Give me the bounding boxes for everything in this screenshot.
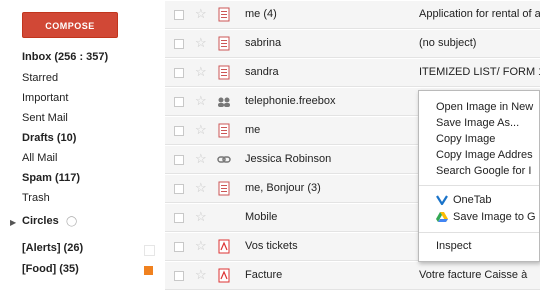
menu-save-image-as[interactable]: Save Image As...: [436, 117, 519, 129]
email-sender: me (4): [245, 8, 277, 20]
pdf-icon: [218, 268, 230, 283]
select-checkbox[interactable]: [174, 97, 184, 107]
nav-spam[interactable]: Spam (117): [22, 172, 80, 184]
email-sender: Jessica Robinson: [245, 153, 332, 165]
star-icon[interactable]: ☆: [195, 94, 207, 108]
doc-icon: [218, 181, 230, 196]
email-row[interactable]: ☆ sabrina (no subject): [165, 30, 540, 58]
nav-all-mail[interactable]: All Mail: [22, 152, 57, 164]
star-icon[interactable]: ☆: [195, 210, 207, 224]
circles-icon: ◯: [66, 216, 78, 227]
nav-important[interactable]: Important: [22, 92, 68, 104]
star-icon[interactable]: ☆: [195, 181, 207, 195]
google-drive-icon: [436, 212, 448, 222]
link-icon: [217, 156, 231, 163]
email-sender: Mobile: [245, 211, 278, 223]
doc-icon: [218, 36, 230, 51]
email-sender: sabrina: [245, 37, 282, 49]
menu-search-google-image[interactable]: Search Google for I: [436, 165, 531, 177]
menu-separator: [419, 232, 539, 233]
menu-copy-image[interactable]: Copy Image: [436, 133, 495, 145]
nav-starred[interactable]: Starred: [22, 72, 58, 84]
email-sender: me: [245, 124, 261, 136]
select-checkbox[interactable]: [174, 184, 184, 194]
star-icon[interactable]: ☆: [195, 268, 207, 282]
menu-save-image-to-google-label: Save Image to G: [453, 211, 536, 223]
email-sender: Vos tickets: [245, 240, 298, 252]
email-row[interactable]: ☆ me (4) Application for rental of a: [165, 1, 540, 29]
star-icon[interactable]: ☆: [195, 36, 207, 50]
star-icon[interactable]: ☆: [195, 152, 207, 166]
select-checkbox[interactable]: [174, 68, 184, 78]
label-alerts[interactable]: [Alerts] (26): [22, 242, 83, 254]
select-checkbox[interactable]: [174, 39, 184, 49]
nav-inbox[interactable]: Inbox (256 : 357): [22, 51, 108, 63]
email-sender: me, Bonjour (3): [245, 182, 321, 194]
email-subject: Application for rental of a: [419, 8, 540, 20]
select-checkbox[interactable]: [174, 213, 184, 223]
star-icon[interactable]: ☆: [195, 65, 207, 79]
nav-sent-mail[interactable]: Sent Mail: [22, 112, 68, 124]
onetab-icon: [436, 195, 448, 206]
expand-arrow-icon[interactable]: ▶: [10, 218, 16, 227]
email-sender: Facture: [245, 269, 283, 281]
email-sender: sandra: [245, 66, 279, 78]
doc-icon: [218, 7, 230, 22]
email-subject: Votre facture Caisse à: [419, 269, 528, 281]
menu-copy-image-address[interactable]: Copy Image Addres: [436, 149, 533, 161]
email-row[interactable]: ☆ sandra ITEMIZED LIST/ FORM 1: [165, 59, 540, 87]
label-food[interactable]: [Food] (35): [22, 263, 79, 275]
doc-icon: [218, 123, 230, 138]
menu-inspect[interactable]: Inspect: [436, 240, 471, 252]
doc-icon: [218, 65, 230, 80]
sidebar: COMPOSE Inbox (256 : 357) Starred Import…: [0, 0, 158, 284]
email-row[interactable]: ☆ Facture Votre facture Caisse à: [165, 262, 540, 290]
star-icon[interactable]: ☆: [195, 239, 207, 253]
nav-circles[interactable]: Circles: [22, 215, 59, 227]
group-icon: [218, 97, 230, 107]
menu-onetab-label: OneTab: [453, 194, 492, 206]
label-color-swatch[interactable]: [144, 245, 155, 256]
pdf-icon: [218, 239, 230, 254]
nav-trash[interactable]: Trash: [22, 192, 50, 204]
label-color-swatch[interactable]: [144, 266, 153, 275]
context-menu: Open Image in New Save Image As... Copy …: [418, 90, 540, 262]
select-checkbox[interactable]: [174, 126, 184, 136]
select-checkbox[interactable]: [174, 10, 184, 20]
menu-open-image-new-tab[interactable]: Open Image in New: [436, 101, 533, 113]
select-checkbox[interactable]: [174, 155, 184, 165]
compose-button[interactable]: COMPOSE: [22, 12, 118, 38]
nav-drafts[interactable]: Drafts (10): [22, 132, 76, 144]
star-icon[interactable]: ☆: [195, 123, 207, 137]
select-checkbox[interactable]: [174, 242, 184, 252]
star-icon[interactable]: ☆: [195, 7, 207, 21]
email-subject: (no subject): [419, 37, 477, 49]
email-subject: ITEMIZED LIST/ FORM 1: [419, 66, 540, 78]
menu-separator: [419, 185, 539, 186]
select-checkbox[interactable]: [174, 271, 184, 281]
email-sender: telephonie.freebox: [245, 95, 336, 107]
